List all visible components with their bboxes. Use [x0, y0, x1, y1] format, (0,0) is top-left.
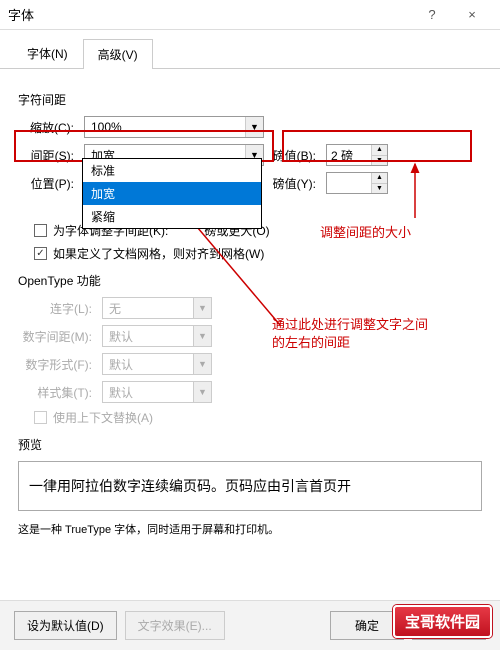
dropdown-item-tighten[interactable]: 紧缩: [83, 205, 261, 228]
label-scale: 缩放(C):: [18, 119, 78, 136]
ligatures-combo: 无 ▼: [102, 297, 212, 319]
ligatures-value: 无: [103, 300, 193, 317]
dropdown-item-widen[interactable]: 加宽: [83, 182, 261, 205]
point-b-spinner[interactable]: 2 磅 ▲▼: [326, 144, 388, 166]
numspacing-value: 默认: [103, 328, 193, 345]
label-point-y: 磅值(Y):: [270, 175, 320, 192]
label-stylistics: 样式集(T):: [18, 384, 96, 401]
stylistics-combo: 默认 ▼: [102, 381, 212, 403]
help-button[interactable]: ?: [412, 0, 452, 30]
spacing-dropdown[interactable]: 标准 加宽 紧缩: [82, 158, 262, 229]
stylistics-value: 默认: [103, 384, 193, 401]
text-effects-button: 文字效果(E)...: [125, 611, 225, 640]
point-y-spinner[interactable]: ▲▼: [326, 172, 388, 194]
label-numspacing: 数字间距(M):: [18, 328, 96, 345]
section-preview: 预览: [18, 436, 482, 453]
contextual-label: 使用上下文替换(A): [53, 409, 153, 426]
point-y-value: [327, 173, 371, 193]
numforms-combo: 默认 ▼: [102, 353, 212, 375]
set-default-button[interactable]: 设为默认值(D): [14, 611, 117, 640]
dropdown-item-standard[interactable]: 标准: [83, 159, 261, 182]
snapgrid-checkbox[interactable]: ✓: [34, 247, 47, 260]
section-char-spacing: 字符间距: [18, 91, 482, 108]
kerning-checkbox[interactable]: [34, 224, 47, 237]
annotation-adjust-here-1: 通过此处进行调整文字之间: [272, 314, 428, 333]
annotation-adjust-here-2: 的左右的间距: [272, 332, 350, 351]
preview-box: 一律用阿拉伯数字连续编页码。页码应由引言首页开: [18, 461, 482, 511]
snapgrid-label: 如果定义了文档网格，则对齐到网格(W): [53, 245, 264, 262]
annotation-adjust-size: 调整间距的大小: [320, 222, 411, 241]
label-spacing: 间距(S):: [18, 147, 78, 164]
watermark: 宝哥软件园: [393, 605, 492, 638]
label-ligatures: 连字(L):: [18, 300, 96, 317]
spinner-down-icon[interactable]: ▼: [372, 156, 387, 166]
spinner-up-icon[interactable]: ▲: [372, 173, 387, 184]
point-b-value: 2 磅: [327, 145, 371, 165]
contextual-checkbox: [34, 411, 47, 424]
footer-note: 这是一种 TrueType 字体，同时适用于屏幕和打印机。: [18, 521, 482, 537]
chevron-down-icon: ▼: [245, 117, 263, 137]
chevron-down-icon: ▼: [193, 354, 211, 374]
scale-combo[interactable]: 100% ▼: [84, 116, 264, 138]
label-position: 位置(P):: [18, 175, 78, 192]
label-numforms: 数字形式(F):: [18, 356, 96, 373]
scale-value: 100%: [85, 120, 245, 134]
spinner-down-icon[interactable]: ▼: [372, 184, 387, 194]
chevron-down-icon: ▼: [193, 298, 211, 318]
chevron-down-icon: ▼: [193, 326, 211, 346]
chevron-down-icon: ▼: [193, 382, 211, 402]
tab-font[interactable]: 字体(N): [12, 38, 83, 68]
numspacing-combo: 默认 ▼: [102, 325, 212, 347]
close-button[interactable]: ×: [452, 0, 492, 30]
dialog-title: 字体: [8, 5, 412, 24]
label-point-b: 磅值(B):: [270, 147, 320, 164]
tab-advanced[interactable]: 高级(V): [83, 39, 153, 69]
section-opentype: OpenType 功能: [18, 272, 482, 289]
numforms-value: 默认: [103, 356, 193, 373]
spinner-up-icon[interactable]: ▲: [372, 145, 387, 156]
